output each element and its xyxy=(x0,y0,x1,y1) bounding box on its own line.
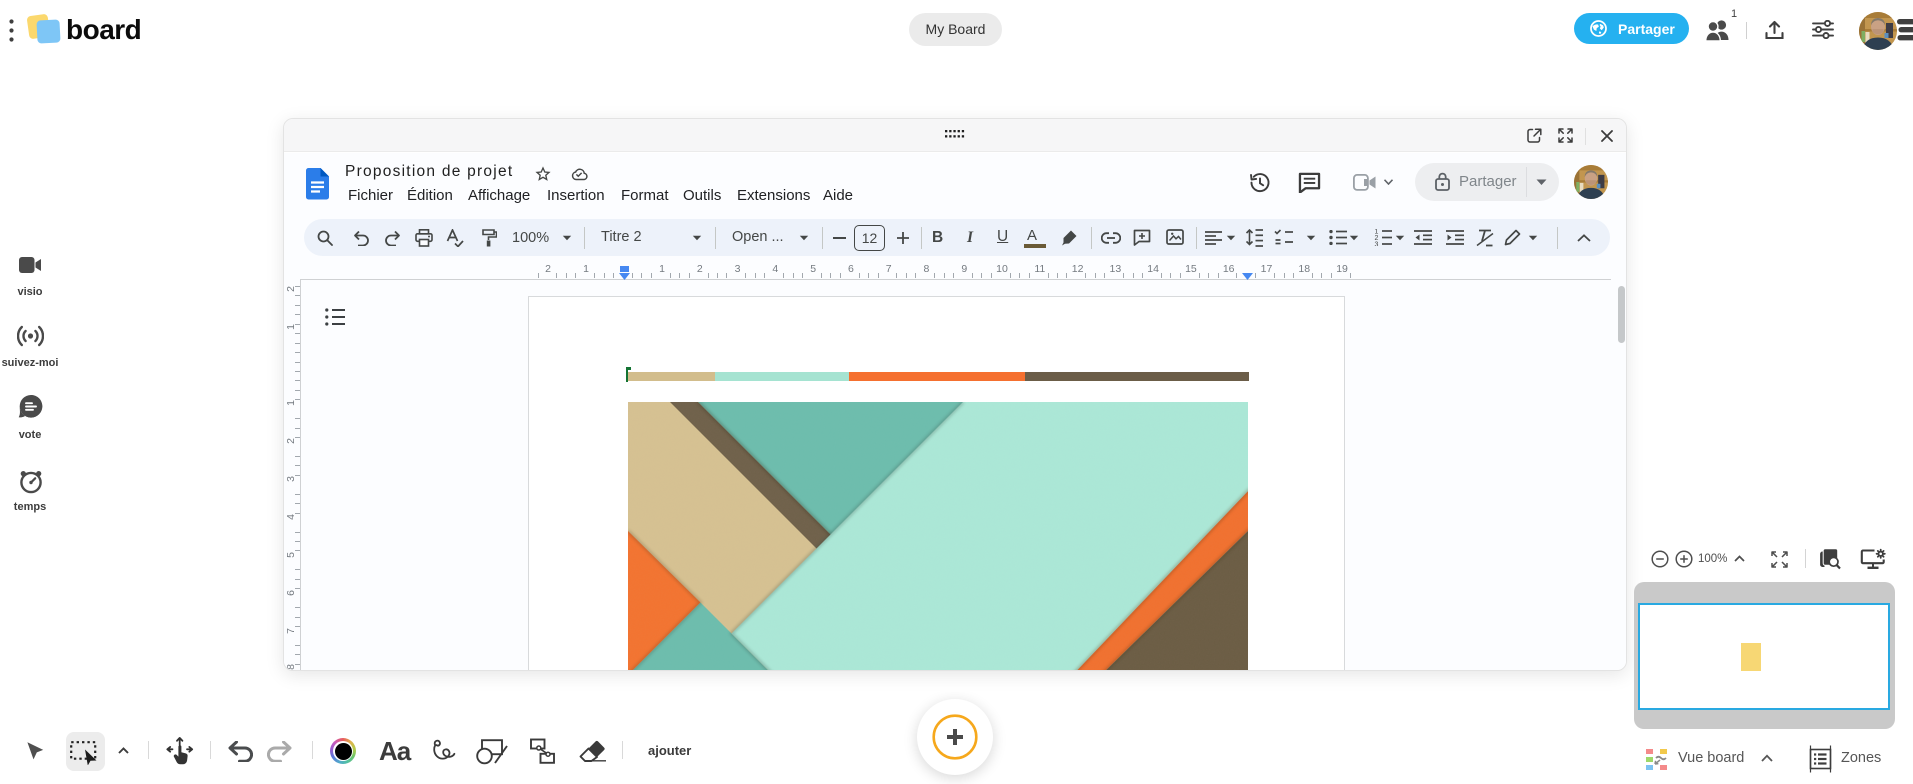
svg-text:3: 3 xyxy=(1375,242,1379,247)
